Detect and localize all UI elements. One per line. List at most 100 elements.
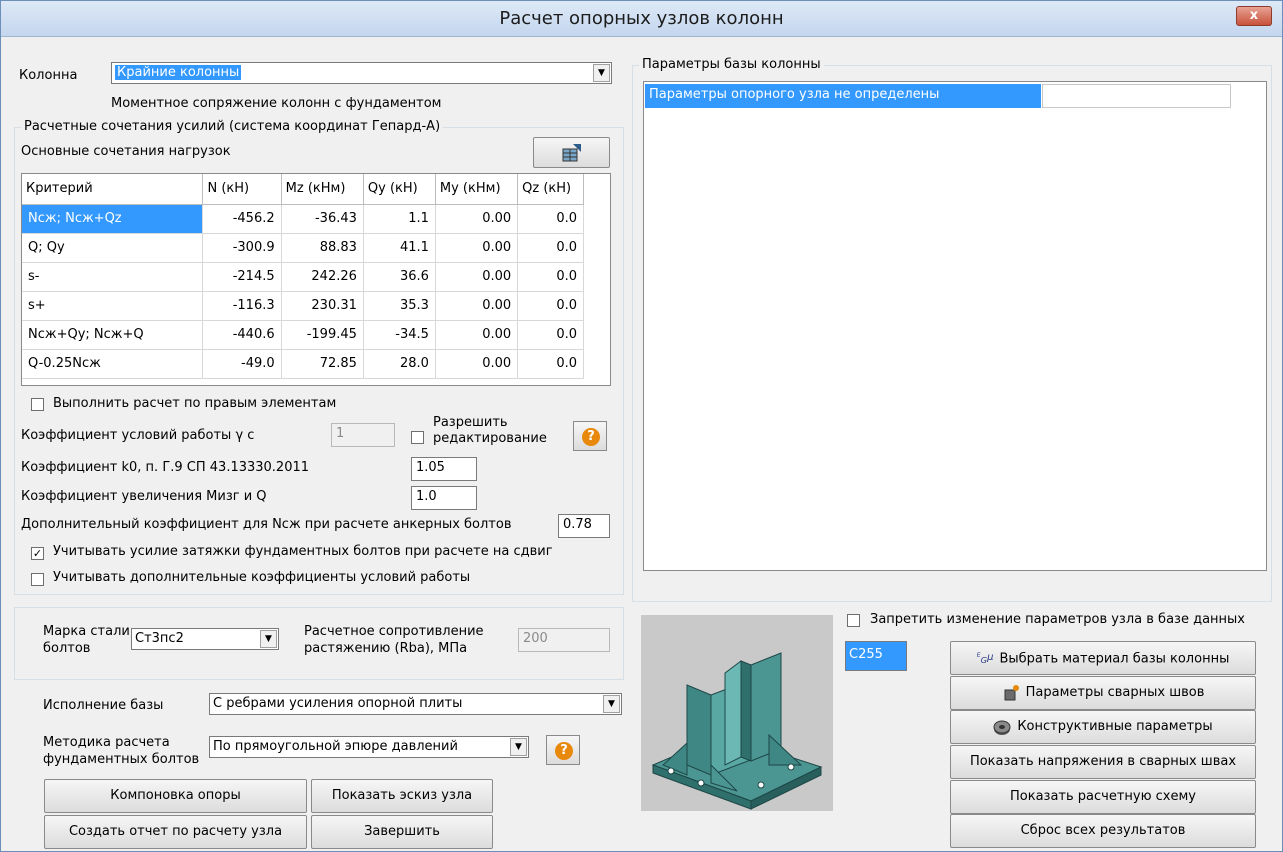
table-cell[interactable]: Q; Qy [22, 233, 204, 263]
extra-coef-input[interactable]: 0.78 [558, 514, 610, 538]
table-cell[interactable]: Nсж+Qy; Nсж+Q [22, 320, 204, 350]
table-cell[interactable]: 0.0 [517, 349, 584, 379]
base-model-image [641, 615, 833, 811]
table-row[interactable]: Q; Qy -300.9 88.83 41.1 0.00 0.0 [22, 233, 584, 263]
finish-button[interactable]: Завершить [311, 815, 493, 849]
table-cell[interactable]: -199.45 [281, 320, 364, 350]
help-button-gamma[interactable]: ? [573, 421, 607, 451]
allow-edit-label-line2: редактирование [433, 431, 547, 446]
tension-label: Учитывать усилие затяжки фундаментных бо… [53, 544, 553, 559]
table-row[interactable]: s- -214.5 242.26 36.6 0.00 0.0 [22, 262, 584, 292]
table-cell[interactable]: 0.00 [435, 262, 519, 292]
table-export-button[interactable] [533, 137, 610, 168]
scheme-button[interactable]: Показать расчетную схему [950, 780, 1256, 814]
table-cell[interactable]: 230.31 [281, 291, 364, 321]
table-row[interactable]: s+ -116.3 230.31 35.3 0.00 0.0 [22, 291, 584, 321]
steel-label: Марка стали болтов [43, 623, 130, 657]
table-cell[interactable]: s+ [22, 291, 204, 321]
material-button-label: Выбрать материал базы колонны [999, 651, 1230, 667]
close-button[interactable]: x [1236, 6, 1272, 26]
table-row[interactable]: Q-0.25Nсж -49.0 72.85 28.0 0.00 0.0 [22, 349, 584, 379]
extra-work-checkbox[interactable] [31, 573, 44, 586]
connection-text: Моментное сопряжение колонн с фундаменто… [111, 96, 442, 111]
params-row[interactable]: Параметры опорного узла не определены [645, 84, 1041, 108]
k0-input[interactable]: 1.05 [411, 457, 477, 481]
table-cell[interactable]: -214.5 [202, 262, 282, 292]
steel-select[interactable]: Ст3пс2 ▼ [131, 628, 279, 650]
table-cell[interactable]: -36.43 [281, 204, 364, 234]
table-cell[interactable]: 0.0 [517, 262, 584, 292]
params-list[interactable]: Параметры опорного узла не определены [643, 81, 1267, 571]
table-cell[interactable]: 41.1 [363, 233, 436, 263]
constructive-button[interactable]: Конструктивные параметры [950, 710, 1256, 744]
table-cell[interactable]: 0.00 [435, 233, 519, 263]
allow-edit-label-line1: Разрешить [433, 415, 508, 430]
welds-button[interactable]: Параметры сварных швов [950, 676, 1256, 710]
allow-edit-checkbox[interactable] [411, 431, 424, 444]
title-bar: Расчет опорных узлов колонн x [1, 1, 1282, 37]
col-header[interactable]: Критерий [22, 174, 204, 205]
execution-select-value: С ребрами усиления опорной плиты [213, 696, 463, 711]
table-cell[interactable]: 0.00 [435, 204, 519, 234]
table-cell[interactable]: -49.0 [202, 349, 282, 379]
table-cell[interactable]: 35.3 [363, 291, 436, 321]
forbid-checkbox[interactable] [847, 614, 860, 627]
method-label-line1: Методика расчета [43, 735, 170, 750]
material-value[interactable]: С255 [845, 641, 907, 671]
table-cell[interactable]: 0.00 [435, 349, 519, 379]
help-button-method[interactable]: ? [546, 735, 580, 765]
table-row[interactable]: Nсж; Nсж+Qz -456.2 -36.43 1.1 0.00 0.0 [22, 204, 584, 234]
table-cell[interactable]: 1.1 [363, 204, 436, 234]
reset-button[interactable]: Сброс всех результатов [950, 814, 1256, 848]
tension-checkbox[interactable]: ✓ [31, 547, 44, 560]
table-cell[interactable]: 36.6 [363, 262, 436, 292]
table-cell[interactable]: 0.0 [517, 204, 584, 234]
table-cell[interactable]: 0.00 [435, 320, 519, 350]
table-cell[interactable]: -116.3 [202, 291, 282, 321]
table-row[interactable]: Nсж+Qy; Nсж+Q -440.6 -199.45 -34.5 0.00 … [22, 320, 584, 350]
table-cell[interactable]: 88.83 [281, 233, 364, 263]
table-cell[interactable]: -300.9 [202, 233, 282, 263]
table-cell[interactable]: 0.0 [517, 291, 584, 321]
table-cell[interactable]: Q-0.25Nсж [22, 349, 204, 379]
execution-select[interactable]: С ребрами усиления опорной плиты ▼ [209, 693, 622, 715]
report-button[interactable]: Создать отчет по расчету узла [44, 815, 307, 849]
right-elements-checkbox[interactable] [31, 398, 44, 411]
column-select[interactable]: Крайние колонны ▼ [111, 62, 612, 84]
col-header[interactable]: N (кН) [202, 174, 282, 205]
table-cell[interactable]: -440.6 [202, 320, 282, 350]
gear-icon [993, 720, 1011, 735]
allow-edit-label: Разрешить редактирование [433, 415, 547, 447]
col-header[interactable]: Qy (кН) [363, 174, 436, 205]
table-cell[interactable]: 242.26 [281, 262, 364, 292]
table-cell[interactable]: 72.85 [281, 349, 364, 379]
col-header[interactable]: Mz (кНм) [281, 174, 364, 205]
method-select[interactable]: По прямоугольной эпюре давлений ▼ [209, 736, 529, 758]
table-cell[interactable]: Nсж; Nсж+Qz [22, 204, 204, 234]
increase-input[interactable]: 1.0 [411, 486, 477, 510]
extra-work-label: Учитывать дополнительные коэффициенты ус… [53, 570, 471, 585]
right-elements-label: Выполнить расчет по правым элементам [53, 396, 337, 411]
sketch-button[interactable]: Показать эскиз узла [311, 779, 493, 813]
material-button[interactable]: ᴱGμ Выбрать материал базы колонны [950, 641, 1256, 675]
forces-group-title: Расчетные сочетания усилий (система коор… [21, 119, 444, 134]
table-cell[interactable]: 0.0 [517, 320, 584, 350]
steel-label-line2: болтов [43, 641, 91, 656]
resistance-input[interactable]: 200 [518, 628, 610, 652]
params-row-value[interactable] [1042, 84, 1231, 108]
col-header[interactable]: My (кНм) [435, 174, 519, 205]
resistance-label-line2: растяжению (Rba), МПа [304, 641, 468, 656]
table-cell[interactable]: 0.00 [435, 291, 519, 321]
gamma-input[interactable]: 1 [331, 423, 395, 447]
table-cell[interactable]: -34.5 [363, 320, 436, 350]
dropdown-arrow-icon: ▼ [593, 64, 610, 82]
table-export-icon [562, 144, 581, 162]
table-cell[interactable]: 28.0 [363, 349, 436, 379]
table-cell[interactable]: 0.0 [517, 233, 584, 263]
dropdown-arrow-icon: ▼ [603, 695, 620, 713]
table-cell[interactable]: s- [22, 262, 204, 292]
col-header[interactable]: Qz (кН) [517, 174, 584, 205]
weld-stress-button[interactable]: Показать напряжения в сварных швах [950, 745, 1256, 779]
layout-button[interactable]: Компоновка опоры [44, 779, 307, 813]
table-cell[interactable]: -456.2 [202, 204, 282, 234]
